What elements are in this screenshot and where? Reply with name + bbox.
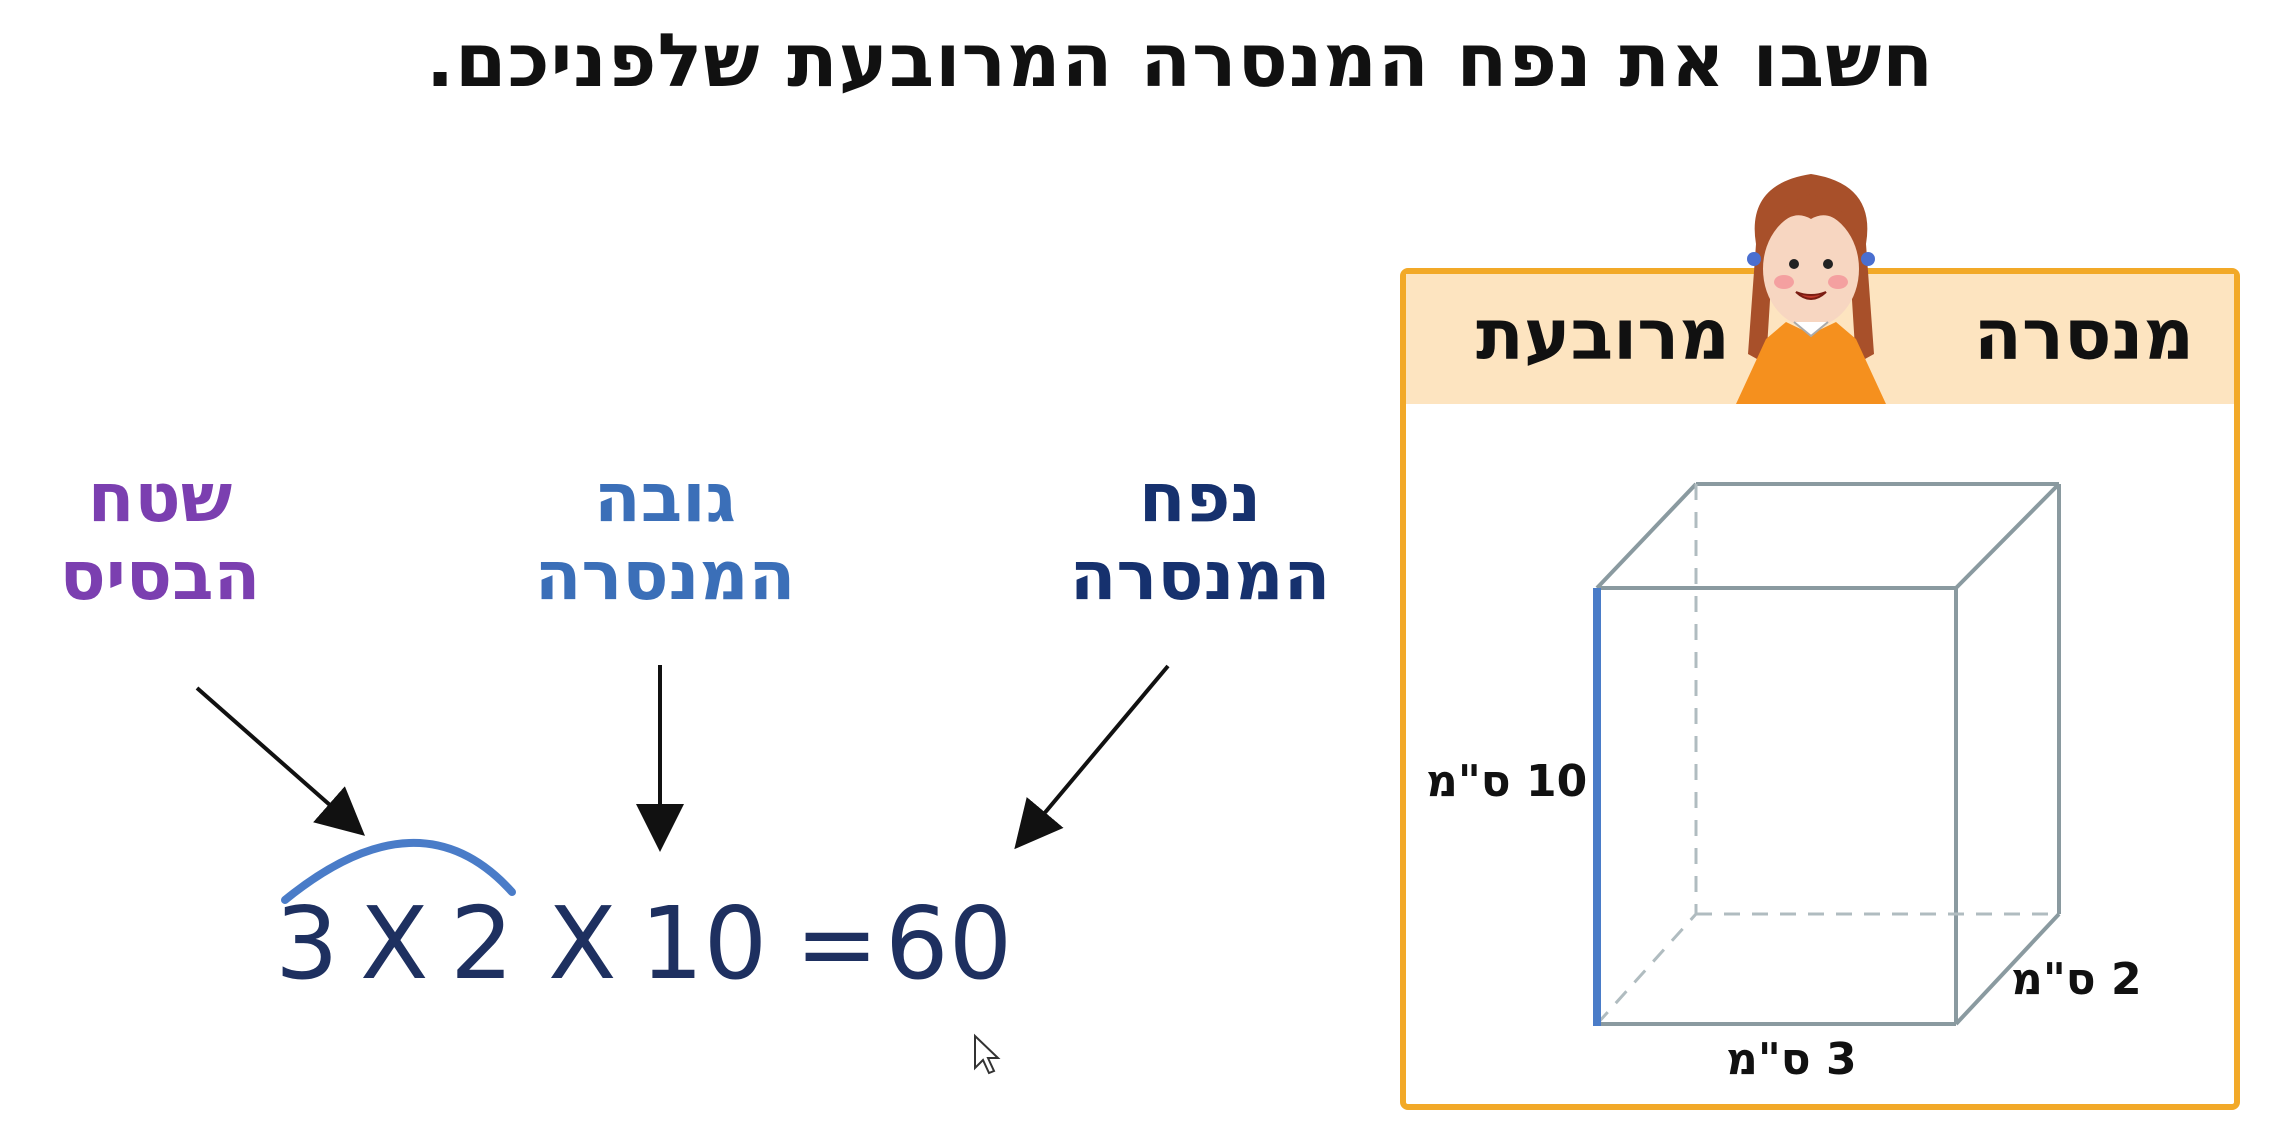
dim-depth-label: 2 ס"מ (2011, 954, 2142, 1005)
dim-height-label: 10 ס"מ (1426, 756, 1588, 807)
prism-card: מנסרה מרובעת 10 ס"מ 3 ס"מ 2 ס"מ (1400, 174, 2240, 1110)
dim-width-label: 3 ס"מ (1726, 1034, 1857, 1085)
